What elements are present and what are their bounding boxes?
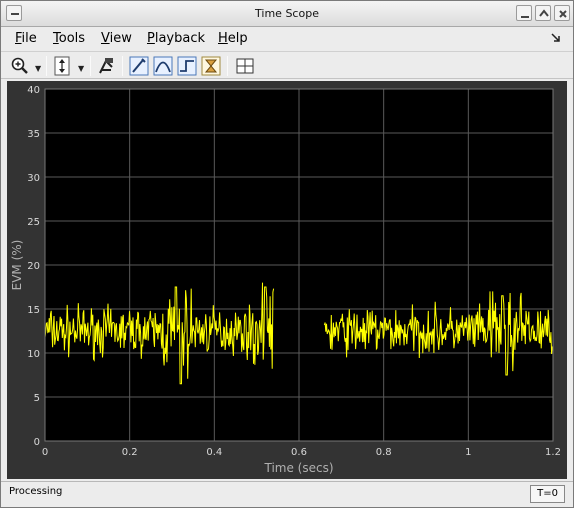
toolbar-separator — [46, 56, 47, 76]
y-tick-label: 15 — [27, 305, 40, 316]
x-tick-label: 1.2 — [545, 447, 561, 458]
toolbar-separator — [122, 56, 123, 76]
menu-tools-label: ools — [58, 31, 86, 46]
toolbar-separator — [90, 56, 91, 76]
x-tick-label: 0 — [42, 447, 48, 458]
x-tick-label: 0.4 — [206, 447, 222, 458]
menu-playback-mnemonic: P — [147, 31, 155, 46]
cursor-measurements-icon[interactable] — [128, 55, 150, 77]
plot-frame: 0 5 10 15 20 25 30 35 40 0 0.2 0.4 0.6 0.8 1 1.2 Time (s… — [7, 81, 567, 479]
maximize-button[interactable] — [535, 5, 551, 21]
dock-icon[interactable] — [551, 33, 561, 43]
maximize-icon — [539, 9, 549, 17]
menu-playback-label: layback — [154, 31, 206, 46]
minimize-button[interactable] — [516, 5, 532, 21]
y-tick-label: 20 — [27, 261, 40, 272]
y-tick-label: 40 — [27, 85, 40, 96]
menu-help[interactable]: Help — [218, 31, 248, 46]
menu-playback[interactable]: Playback — [147, 31, 205, 46]
minimize-icon — [521, 16, 529, 18]
layout-icon[interactable] — [234, 55, 256, 77]
menu-view-mnemonic: V — [101, 31, 110, 46]
close-button[interactable] — [554, 5, 570, 21]
x-tick-label: 0.2 — [122, 447, 138, 458]
x-tick-label: 0.6 — [291, 447, 307, 458]
scale-axes-dropdown-icon[interactable]: ▼ — [78, 64, 84, 73]
close-icon — [559, 10, 567, 18]
highlight-simulink-icon[interactable] — [96, 55, 118, 77]
window-title: Time Scope — [255, 7, 319, 20]
y-tick-label: 5 — [34, 393, 40, 404]
y-tick-label: 35 — [27, 129, 40, 140]
evm-plot[interactable]: 0 5 10 15 20 25 30 35 40 0 0.2 0.4 0.6 0.8 1 1.2 Time (s… — [7, 81, 567, 479]
toolbar: ▼ ▼ — [1, 51, 573, 79]
status-text: Processing — [9, 486, 63, 497]
menu-view[interactable]: View — [101, 31, 132, 46]
scope-window: Time Scope File Tools View Playback Help… — [0, 0, 574, 508]
bilevel-measurements-icon[interactable] — [176, 55, 198, 77]
zoom-in-icon[interactable] — [9, 55, 31, 77]
zoom-dropdown-icon[interactable]: ▼ — [35, 64, 41, 73]
menu-help-mnemonic: H — [218, 31, 228, 46]
y-tick-label: 25 — [27, 217, 40, 228]
scale-axes-icon[interactable] — [52, 55, 74, 77]
x-tick-label: 0.8 — [376, 447, 392, 458]
toolbar-separator — [227, 56, 228, 76]
signal-statistics-icon[interactable] — [152, 55, 174, 77]
y-tick-label: 10 — [27, 349, 40, 360]
peak-finder-icon[interactable] — [200, 55, 222, 77]
menu-view-label: iew — [109, 31, 132, 46]
menu-file-label: ile — [21, 31, 37, 46]
x-tick-label: 1 — [465, 447, 471, 458]
simulation-time: T=0 — [530, 485, 565, 503]
y-tick-label: 0 — [34, 437, 40, 448]
menu-help-label: elp — [227, 31, 248, 46]
y-tick-label: 30 — [27, 173, 40, 184]
y-axis-label: EVM (%) — [10, 240, 24, 291]
menu-file[interactable]: File — [15, 31, 37, 46]
menu-tools[interactable]: Tools — [53, 31, 85, 46]
x-axis-label: Time (secs) — [263, 461, 333, 475]
menu-bar: File Tools View Playback Help — [1, 27, 573, 50]
title-bar[interactable]: Time Scope — [1, 1, 573, 27]
status-bar: Processing T=0 — [1, 481, 573, 507]
